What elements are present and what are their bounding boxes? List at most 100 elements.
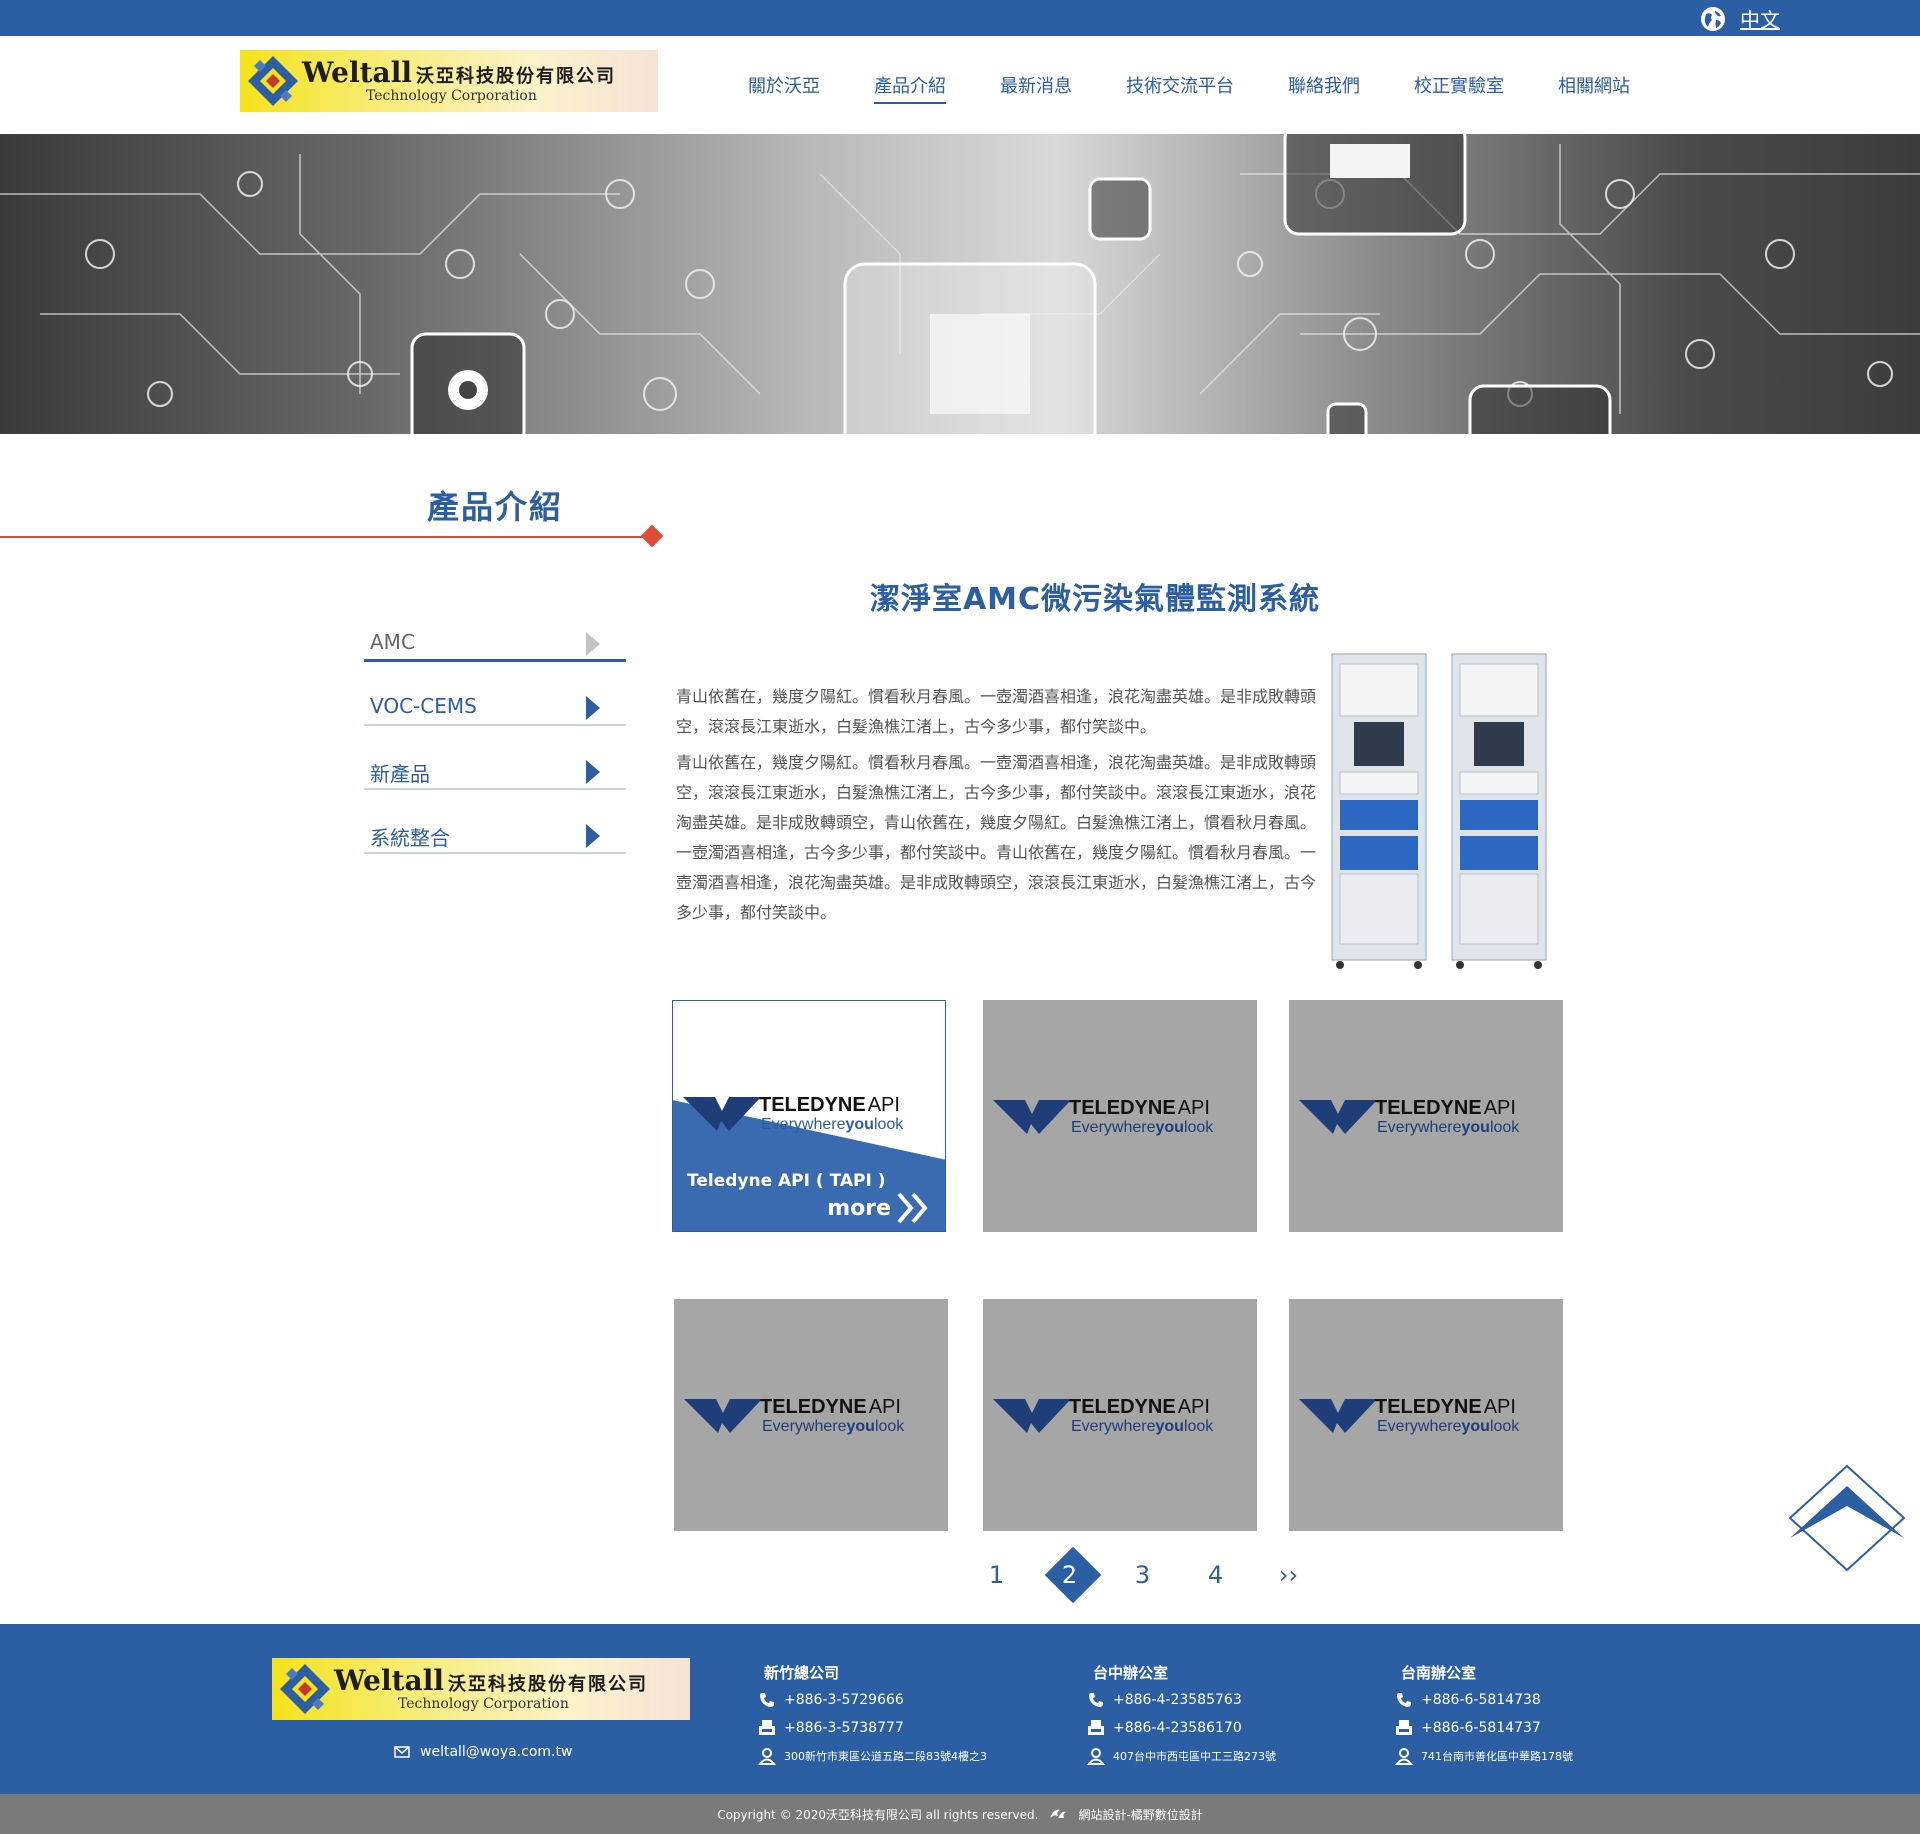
nav-contact[interactable]: 聯絡我們 — [1288, 72, 1360, 104]
teledyne-logo: TELEDYNE API Everywhereyoulook — [993, 1396, 1214, 1435]
fax-number: +886-3-5738777 — [784, 1720, 904, 1736]
logo-tagline: Everywhereyoulook — [761, 1116, 904, 1133]
fax-icon — [1088, 1720, 1104, 1735]
address-text: 407台中市西屯區中工三路273號 — [1113, 1750, 1276, 1763]
product-card[interactable]: TELEDYNE API Everywhereyoulook — [1289, 1000, 1563, 1232]
language-label[interactable]: 中文 — [1740, 4, 1780, 33]
office-name: 台中辦公室 — [1093, 1664, 1169, 1682]
sidebar-item-new-products[interactable]: 新產品 — [364, 750, 626, 790]
logo-text: TELEDYNE API — [759, 1094, 900, 1116]
product-card[interactable]: TELEDYNE API Everywhereyoulook — [983, 1299, 1257, 1531]
office-phone[interactable]: +886-6-5814738 — [1395, 1691, 1573, 1709]
product-card[interactable]: TELEDYNE API Everywhereyoulook — [1289, 1299, 1563, 1531]
product-cabinet-image — [1331, 653, 1427, 969]
hero-banner — [0, 134, 1920, 434]
section-divider — [0, 536, 650, 538]
page-4[interactable]: 4 — [1179, 1550, 1252, 1600]
location-icon — [758, 1748, 776, 1765]
logo-tagline: Everywhereyoulook — [1377, 1119, 1520, 1136]
teledyne-logo: TELEDYNE API Everywhereyoulook — [1299, 1097, 1520, 1136]
address-text: 300新竹市東區公道五路二段83號4樓之3 — [784, 1750, 987, 1763]
card-caption: Teledyne API ( TAPI ) — [687, 1171, 886, 1191]
header: Weltall 沃亞科技股份有限公司 Technology Corporation… — [0, 36, 1920, 134]
product-card[interactable]: TELEDYNE API Everywhereyoulook Teledyne A… — [672, 1000, 946, 1232]
office-tainan: 台南辦公室 +886-6-5814738 +886-6-5814737 741台… — [1395, 1662, 1573, 1775]
teledyne-logo: TELEDYNE API Everywhereyoulook — [993, 1097, 1214, 1136]
email-text: weltall@woya.com.tw — [420, 1744, 573, 1760]
office-address: 300新竹市東區公道五路二段83號4樓之3 — [758, 1747, 987, 1765]
section-title: 產品介紹 — [426, 488, 563, 526]
chevron-right-icon — [586, 696, 600, 720]
address-text: 741台南市善化區中華路178號 — [1421, 1750, 1573, 1763]
more-label: more — [827, 1195, 891, 1221]
more-link[interactable]: more — [827, 1191, 931, 1225]
chevron-right-icon — [586, 632, 600, 656]
logo-text: TELEDYNE API — [760, 1396, 901, 1418]
footer-logo[interactable]: Weltall 沃亞科技股份有限公司 Technology Corporation — [272, 1658, 690, 1720]
page-number: 2 — [1061, 1561, 1078, 1589]
sidebar-item-amc[interactable]: AMC — [364, 622, 626, 662]
sidebar-item-label: VOC-CEMS — [370, 694, 477, 718]
product-paragraph: 青山依舊在，幾度夕陽紅。慣看秋月春風。一壺濁酒喜相逢，浪花淘盡英雄。是非成敗轉頭… — [676, 753, 1317, 922]
phone-number: +886-6-5814738 — [1421, 1692, 1541, 1708]
logo-brand: Weltall 沃亞科技股份有限公司 — [302, 56, 616, 89]
product-category-sidebar: AMC VOC-CEMS 新產品 系統整合 — [364, 622, 626, 878]
nav-calibration-lab[interactable]: 校正實驗室 — [1414, 72, 1504, 104]
office-fax: +886-6-5814737 — [1395, 1719, 1573, 1737]
office-address: 407台中市西屯區中工三路273號 — [1087, 1747, 1276, 1765]
pagination: 1 2 3 4 ›› — [960, 1546, 1325, 1604]
page-3[interactable]: 3 — [1106, 1550, 1179, 1600]
chevron-right-icon — [586, 824, 600, 848]
location-icon — [1395, 1748, 1413, 1765]
nav-related-sites[interactable]: 相關網站 — [1558, 72, 1630, 104]
sidebar-item-system-integration[interactable]: 系統整合 — [364, 814, 626, 854]
office-hsinchu: 新竹總公司 +886-3-5729666 +886-3-5738777 300新… — [758, 1662, 987, 1775]
office-name: 台南辦公室 — [1401, 1664, 1477, 1682]
footer-email[interactable]: weltall@woya.com.tw — [394, 1744, 572, 1760]
product-paragraph: 青山依舊在，幾度夕陽紅。慣看秋月春風。一壺濁酒喜相逢，浪花淘盡英雄。是非成敗轉頭… — [676, 687, 1317, 736]
office-phone[interactable]: +886-3-5729666 — [758, 1691, 987, 1709]
mail-icon — [394, 1746, 410, 1758]
logo-tagline: Everywhereyoulook — [1377, 1418, 1520, 1435]
nav-tech-platform[interactable]: 技術交流平台 — [1126, 72, 1234, 104]
main-nav: 關於沃亞 產品介紹 最新消息 技術交流平台 聯絡我們 校正實驗室 相關網站 — [748, 72, 1684, 104]
logo-diamond-icon — [248, 56, 298, 106]
phone-icon — [1397, 1693, 1411, 1707]
logo-text: TELEDYNE API — [1069, 1097, 1210, 1119]
phone-icon — [1089, 1693, 1103, 1707]
designer-credit[interactable]: 網站設計-橘野數位設計 — [1078, 1806, 1202, 1823]
section-divider-diamond — [640, 524, 664, 548]
nav-products[interactable]: 產品介紹 — [874, 72, 946, 104]
chevron-right-icon — [586, 760, 600, 784]
next-page-label: ›› — [1278, 1561, 1299, 1589]
language-switcher[interactable]: 中文 — [1700, 4, 1780, 33]
product-card[interactable]: TELEDYNE API Everywhereyoulook — [983, 1000, 1257, 1232]
sidebar-item-voc-cems[interactable]: VOC-CEMS — [364, 686, 626, 726]
teledyne-logo: TELEDYNE API Everywhereyoulook — [1299, 1396, 1520, 1435]
copyright-text: Copyright © 2020沃亞科技有限公司 all rights rese… — [717, 1807, 1039, 1822]
nav-news[interactable]: 最新消息 — [1000, 72, 1072, 104]
page-2[interactable]: 2 — [1033, 1546, 1106, 1604]
phone-number: +886-4-23585763 — [1113, 1692, 1242, 1708]
next-page-button[interactable]: ›› — [1252, 1550, 1325, 1600]
product-description: 青山依舊在，幾度夕陽紅。慣看秋月春風。一壺濁酒喜相逢，浪花淘盡英雄。是非成敗轉頭… — [676, 682, 1316, 934]
phone-number: +886-3-5729666 — [784, 1692, 904, 1708]
copyright-bar: Copyright © 2020沃亞科技有限公司 all rights rese… — [0, 1794, 1920, 1834]
nav-about[interactable]: 關於沃亞 — [748, 72, 820, 104]
location-icon — [1087, 1748, 1105, 1765]
product-card[interactable]: TELEDYNE API Everywhereyoulook — [674, 1299, 948, 1531]
logo-diamond-icon — [280, 1664, 330, 1714]
fax-number: +886-4-23586170 — [1113, 1720, 1242, 1736]
back-to-top-icon[interactable] — [1788, 1464, 1906, 1572]
logo-tagline: Everywhereyoulook — [1071, 1119, 1214, 1136]
fax-number: +886-6-5814737 — [1421, 1720, 1541, 1736]
logo-tagline: Everywhereyoulook — [1071, 1418, 1214, 1435]
globe-icon — [1701, 6, 1725, 31]
sidebar-item-label: 系統整合 — [370, 826, 450, 850]
product-cabinet-image — [1451, 653, 1547, 969]
office-phone[interactable]: +886-4-23585763 — [1087, 1691, 1276, 1709]
fax-icon — [759, 1720, 775, 1735]
page-1[interactable]: 1 — [960, 1550, 1033, 1600]
company-logo[interactable]: Weltall 沃亞科技股份有限公司 Technology Corporation — [240, 50, 658, 112]
logo-text: TELEDYNE API — [1069, 1396, 1210, 1418]
